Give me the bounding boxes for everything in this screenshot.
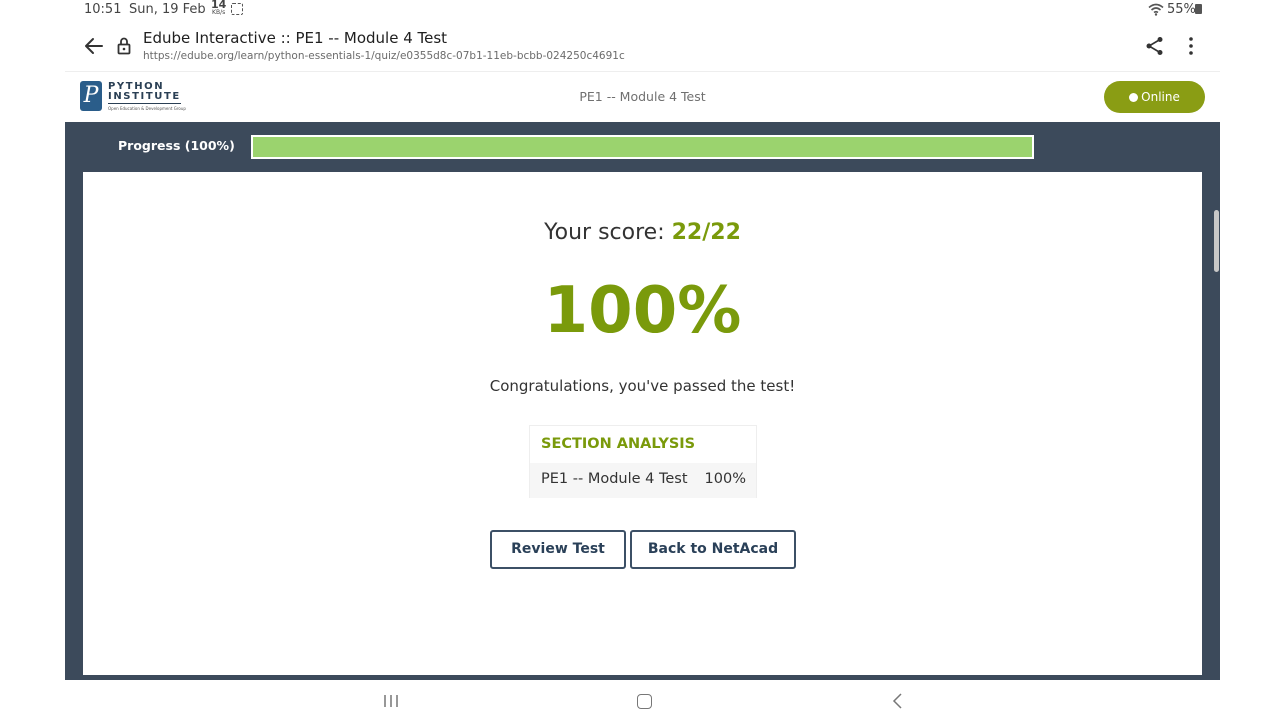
section-analysis-table: SECTION ANALYSIS PE1 -- Module 4 Test 10… xyxy=(529,425,757,498)
section-name: PE1 -- Module 4 Test xyxy=(541,471,688,487)
back-to-netacad-button[interactable]: Back to NetAcad xyxy=(630,530,796,569)
wifi-icon xyxy=(1148,3,1164,16)
table-row: PE1 -- Module 4 Test 100% xyxy=(530,463,756,498)
progress-bar-fill xyxy=(253,137,1032,157)
status-date: Sun, 19 Feb xyxy=(129,2,206,17)
home-icon[interactable] xyxy=(637,694,652,709)
battery-level: 55% xyxy=(1167,2,1196,17)
nav-back-icon[interactable] xyxy=(891,693,905,709)
back-arrow-icon[interactable] xyxy=(83,35,105,57)
lock-icon[interactable] xyxy=(116,36,132,56)
score-percent: 100% xyxy=(543,274,742,348)
battery-icon xyxy=(1195,4,1202,14)
address-bar-url[interactable]: https://edube.org/learn/python-essential… xyxy=(143,50,625,62)
android-nav-bar xyxy=(0,680,1280,720)
browser-toolbar: Edube Interactive :: PE1 -- Module 4 Tes… xyxy=(65,20,1220,70)
result-panel: Your score: 22/22 100% Congratulations, … xyxy=(83,172,1202,675)
online-label: Online xyxy=(1141,90,1180,104)
score-prefix: Your score: xyxy=(544,220,672,245)
pass-message: Congratulations, you've passed the test! xyxy=(489,377,796,395)
screen-capture-icon xyxy=(231,3,243,15)
score-value: 22/22 xyxy=(671,220,741,245)
network-speed-unit: KB/s xyxy=(212,9,226,16)
recent-apps-icon[interactable] xyxy=(383,694,399,708)
score-line: Your score: 22/22 xyxy=(83,220,1202,245)
section-analysis-heading: SECTION ANALYSIS xyxy=(541,436,696,452)
page-scrollbar[interactable] xyxy=(1214,210,1219,272)
browser-page-title[interactable]: Edube Interactive :: PE1 -- Module 4 Tes… xyxy=(143,29,447,47)
logo-tagline: Open Education & Development Group xyxy=(108,106,186,111)
quiz-frame: Progress (100%) Your score: 22/22 100% C… xyxy=(65,122,1220,680)
section-percent: 100% xyxy=(704,471,746,487)
progress-label: Progress (100%) xyxy=(118,138,235,153)
online-dot-icon xyxy=(1129,93,1139,102)
share-icon[interactable] xyxy=(1144,35,1166,57)
review-test-button[interactable]: Review Test xyxy=(490,530,626,569)
site-header: P PYTHON INSTITUTE Open Education & Deve… xyxy=(65,71,1220,122)
quiz-title: PE1 -- Module 4 Test xyxy=(579,89,706,104)
progress-bar xyxy=(251,135,1034,159)
network-speed-indicator: 14 KB/s xyxy=(211,0,226,16)
status-time: 10:51 xyxy=(84,2,122,17)
status-bar: 10:51 Sun, 19 Feb 14 KB/s 55% xyxy=(0,0,1280,20)
more-options-icon[interactable] xyxy=(1181,35,1201,57)
online-status-button[interactable]: Online xyxy=(1104,81,1205,113)
